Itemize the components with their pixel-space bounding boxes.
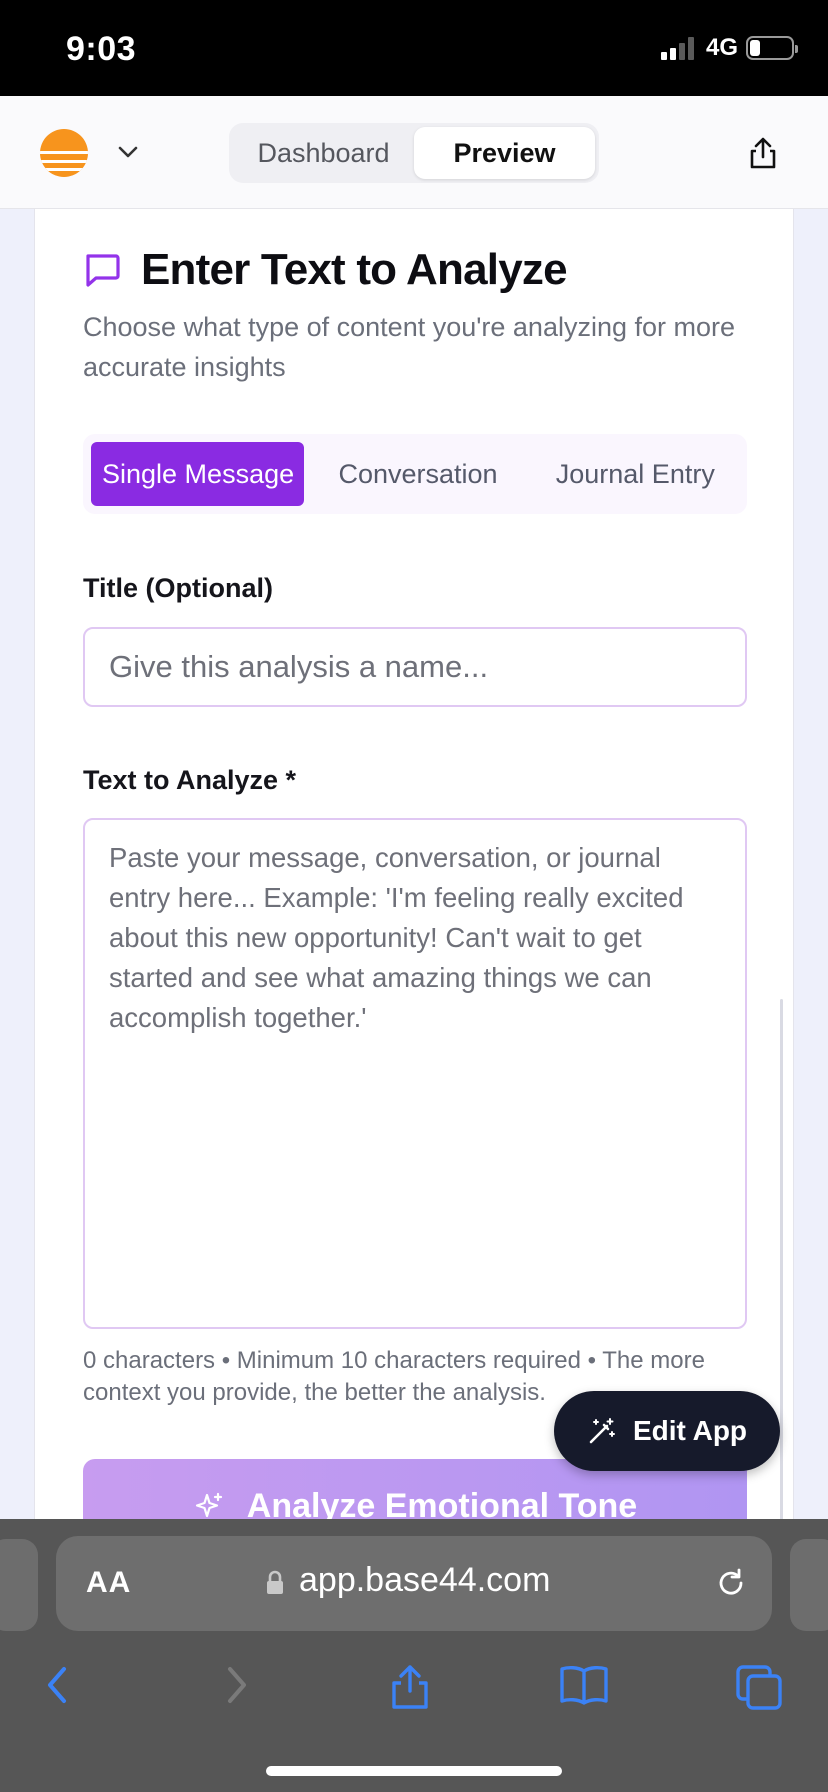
sparkles-icon: [195, 1492, 222, 1518]
heading-row: Enter Text to Analyze: [83, 245, 568, 295]
tabs-icon[interactable]: [734, 1663, 784, 1711]
title-field-label: Title (Optional): [83, 573, 273, 603]
browser-nav-row: [0, 1647, 828, 1727]
scrollbar[interactable]: [780, 999, 783, 1519]
reload-icon[interactable]: [714, 1566, 748, 1600]
message-square-icon: [86, 254, 120, 287]
app-logo-icon[interactable]: [40, 129, 88, 177]
text-to-analyze-input[interactable]: [83, 818, 747, 1329]
signal-icon: [660, 36, 694, 60]
text-field-label: Text to Analyze *: [83, 765, 297, 795]
view-switcher: Dashboard Preview: [229, 123, 599, 183]
tab-journal-entry[interactable]: Journal Entry: [532, 442, 739, 506]
page-subtitle: Choose what type of content you're analy…: [83, 312, 736, 382]
forward-icon[interactable]: [218, 1663, 254, 1707]
title-input[interactable]: [83, 627, 747, 707]
back-icon[interactable]: [40, 1663, 76, 1707]
status-time: 9:03: [66, 30, 137, 68]
next-tab-peek[interactable]: [790, 1539, 828, 1631]
content-type-tabs: Single Message Conversation Journal Entr…: [83, 434, 747, 514]
address-bar[interactable]: AA app.base44.com: [56, 1536, 772, 1631]
analysis-card: Enter Text to Analyze Choose what type o…: [34, 209, 794, 1519]
analyze-button-label: Analyze Emotional Tone: [246, 1487, 638, 1519]
magic-wand-icon: [589, 1418, 615, 1444]
tab-conversation[interactable]: Conversation: [304, 442, 531, 506]
page-title: Enter Text to Analyze: [141, 245, 568, 294]
battery-icon: [746, 36, 798, 60]
network-label: 4G: [705, 34, 738, 61]
status-indicators: 4G: [660, 34, 798, 62]
status-bar: 9:03 4G: [0, 0, 828, 96]
url-text: app.base44.com: [299, 1561, 551, 1599]
edit-app-button[interactable]: Edit App: [554, 1391, 780, 1471]
tab-preview[interactable]: Preview: [414, 127, 595, 179]
previous-tab-peek[interactable]: [0, 1539, 38, 1631]
app-header: Dashboard Preview: [0, 96, 828, 209]
tab-dashboard[interactable]: Dashboard: [233, 127, 414, 179]
reader-settings-button[interactable]: AA: [86, 1566, 131, 1600]
bookmarks-icon[interactable]: [558, 1663, 610, 1707]
share-icon[interactable]: [748, 136, 778, 170]
edit-app-label: Edit App: [632, 1415, 748, 1446]
share-icon[interactable]: [388, 1663, 432, 1711]
browser-toolbar: AA app.base44.com: [0, 1519, 828, 1792]
tab-single-message[interactable]: Single Message: [91, 442, 305, 506]
home-indicator: [266, 1766, 562, 1776]
chevron-down-icon[interactable]: [116, 140, 140, 164]
lock-icon: [267, 1570, 283, 1594]
